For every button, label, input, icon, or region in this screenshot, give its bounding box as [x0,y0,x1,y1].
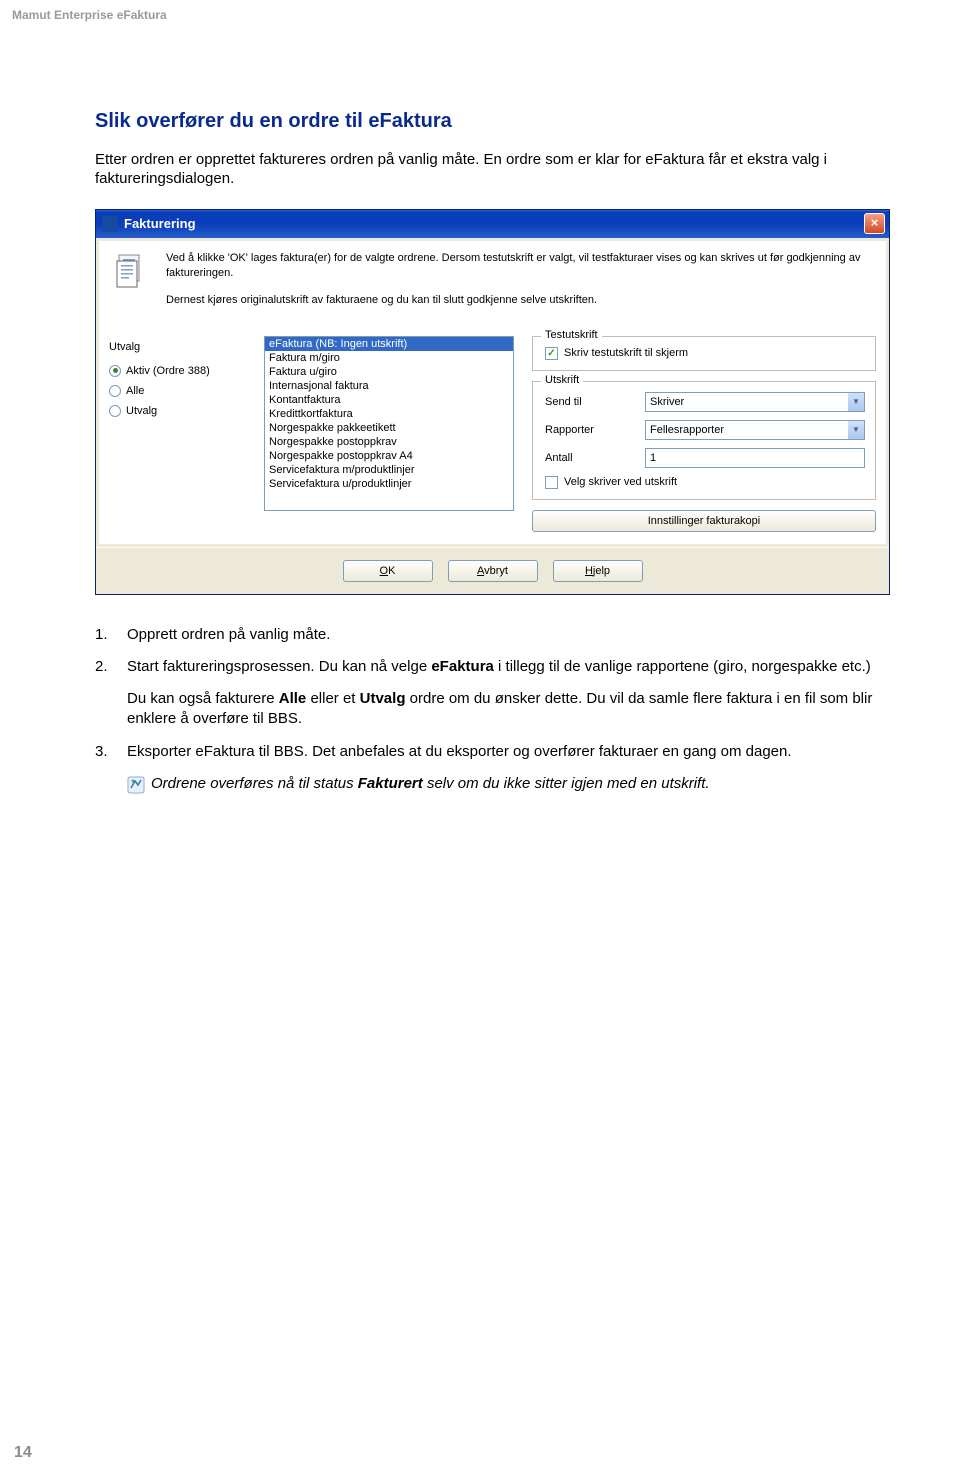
info-line-2: Dernest kjøres originalutskrift av faktu… [166,293,874,308]
intro-paragraph: Etter ordren er opprettet faktureres ord… [95,151,895,189]
text-fragment: eller et [306,690,359,707]
avbryt-button[interactable]: Avbryt [448,560,538,582]
antall-input[interactable]: 1 [645,448,865,468]
report-listbox[interactable]: eFaktura (NB: Ingen utskrift) Faktura m/… [264,336,514,511]
text-fragment: i tillegg til de vanlige rapportene (gir… [494,658,871,675]
radio-icon [109,365,121,377]
testutskrift-legend: Testutskrift [541,329,602,341]
step-2-text: Start faktureringsprosessen. Du kan nå v… [127,657,895,677]
dialog-info-text: Ved å klikke 'OK' lages faktura(er) for … [166,251,874,321]
antall-label: Antall [545,452,645,464]
list-item[interactable]: Norgespakke postoppkrav [265,435,513,449]
radio-alle-label: Alle [126,385,144,397]
utvalg-label: Utvalg [109,341,264,353]
text-bold: Utvalg [360,690,406,707]
fakturering-dialog: Fakturering × [95,209,890,595]
step-1-text: Opprett ordren på vanlig måte. [127,625,895,645]
step-1: 1. Opprett ordren på vanlig måte. [95,625,895,645]
ok-button[interactable]: OK [343,560,433,582]
list-item[interactable]: Servicefaktura m/produktlinjer [265,463,513,477]
testutskrift-fieldset: Testutskrift Skriv testutskrift til skje… [532,336,876,371]
radio-utvalg-label: Utvalg [126,405,157,417]
text-fragment: Ordrene overføres nå til status [151,775,358,792]
sendtil-value: Skriver [650,396,684,408]
step-2-indent: Du kan også fakturere Alle eller et Utva… [127,689,895,730]
sendtil-combo[interactable]: Skriver ▼ [645,392,865,412]
radio-alle[interactable]: Alle [109,385,264,397]
rapporter-combo[interactable]: Fellesrapporter ▼ [645,420,865,440]
text-bold: Fakturert [358,775,423,792]
sendtil-label: Send til [545,396,645,408]
antall-value: 1 [650,452,656,464]
list-item[interactable]: Norgespakke postoppkrav A4 [265,449,513,463]
testutskrift-cb-label: Skriv testutskrift til skjerm [564,347,688,359]
chevron-down-icon: ▼ [848,421,864,439]
dialog-button-bar: OK Avbryt Hjelp [96,547,889,594]
radio-aktiv[interactable]: Aktiv (Ordre 388) [109,365,264,377]
list-item[interactable]: eFaktura (NB: Ingen utskrift) [265,337,513,351]
utskrift-fieldset: Utskrift Send til Skriver ▼ Rapporter Fe [532,381,876,500]
dialog-body: Ved å klikke 'OK' lages faktura(er) for … [99,241,886,544]
text-bold: eFaktura [431,658,494,675]
list-item[interactable]: Norgespakke pakkeetikett [265,421,513,435]
step-3: 3. Eksporter eFaktura til BBS. Det anbef… [95,742,895,762]
radio-icon [109,385,121,397]
page-content: Slik overfører du en ordre til eFaktura … [95,110,895,794]
dialog-titlebar: Fakturering × [96,210,889,238]
info-line-1: Ved å klikke 'OK' lages faktura(er) for … [166,251,874,282]
close-button[interactable]: × [864,213,885,234]
checkbox-icon [545,347,558,360]
step-number: 1. [95,625,127,645]
dialog-title: Fakturering [124,216,196,231]
steps-list: 1. Opprett ordren på vanlig måte. 2. Sta… [95,625,895,795]
utskrift-legend: Utskrift [541,374,583,386]
step-number: 2. [95,657,127,677]
rapporter-label: Rapporter [545,424,645,436]
app-icon [102,216,118,232]
text-fragment: selv om du ikke sitter igjen med en utsk… [423,775,710,792]
step-number: 3. [95,742,127,762]
velg-skriver-checkbox-row[interactable]: Velg skriver ved utskrift [545,476,865,489]
testutskrift-checkbox-row[interactable]: Skriv testutskrift til skjerm [545,347,865,360]
text-fragment: Start faktureringsprosessen. Du kan nå v… [127,658,431,675]
utvalg-column: Utvalg Aktiv (Ordre 388) Alle Utvalg [109,336,264,532]
list-item[interactable]: Faktura m/giro [265,351,513,365]
info-icon [127,776,145,794]
list-item[interactable]: Internasjonal faktura [265,379,513,393]
note-row: Ordrene overføres nå til status Fakturer… [127,774,895,794]
page-header: Mamut Enterprise eFaktura [12,8,167,22]
list-item[interactable]: Servicefaktura u/produktlinjer [265,477,513,491]
radio-icon [109,405,121,417]
radio-aktiv-label: Aktiv (Ordre 388) [126,365,210,377]
hjelp-button[interactable]: Hjelp [553,560,643,582]
text-bold: Alle [279,690,307,707]
list-item[interactable]: Faktura u/giro [265,365,513,379]
step-2: 2. Start faktureringsprosessen. Du kan n… [95,657,895,677]
document-icon [111,251,151,291]
chevron-down-icon: ▼ [848,393,864,411]
list-item[interactable]: Kontantfaktura [265,393,513,407]
list-item[interactable]: Kredittkortfaktura [265,407,513,421]
page-number: 14 [14,1444,32,1462]
note-text: Ordrene overføres nå til status Fakturer… [151,774,710,794]
checkbox-icon [545,476,558,489]
text-fragment: Du kan også fakturere [127,690,279,707]
radio-utvalg[interactable]: Utvalg [109,405,264,417]
section-title: Slik overfører du en ordre til eFaktura [95,110,895,133]
step-3-text: Eksporter eFaktura til BBS. Det anbefale… [127,742,895,762]
velg-skriver-label: Velg skriver ved utskrift [564,476,677,488]
rapporter-value: Fellesrapporter [650,424,724,436]
innstillinger-button[interactable]: Innstillinger fakturakopi [532,510,876,532]
right-column: Testutskrift Skriv testutskrift til skje… [514,336,876,532]
